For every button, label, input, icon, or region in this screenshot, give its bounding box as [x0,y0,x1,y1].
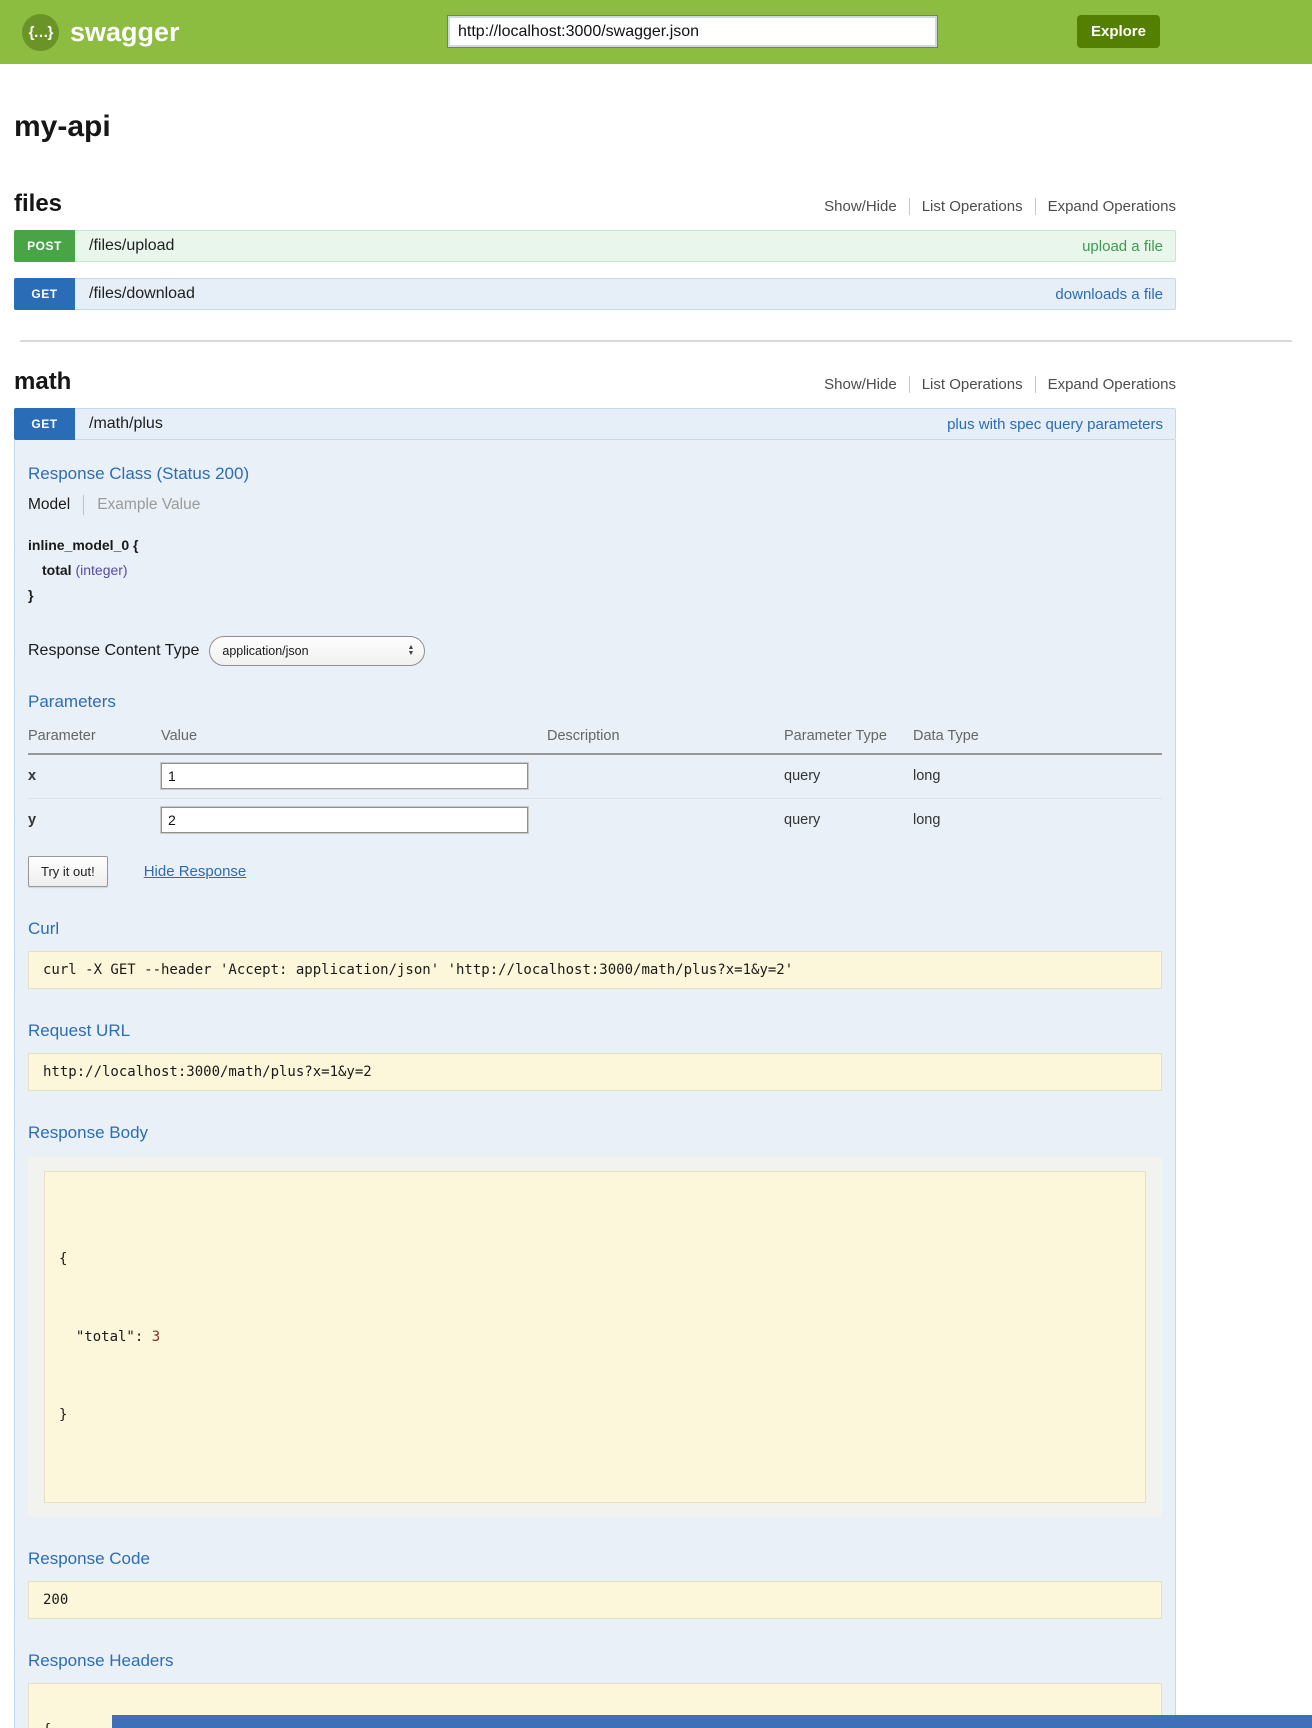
response-code-heading: Response Code [28,1549,1162,1569]
col-parameter-type: Parameter Type [784,722,913,754]
math-expand-operations-link[interactable]: Expand Operations [1035,376,1176,393]
get-math-plus-content: Response Class (Status 200) Model Exampl… [14,440,1176,1728]
response-content-type-select[interactable]: application/json ▲ ▼ [209,636,425,666]
files-section-controls: Show/Hide List Operations Expand Operati… [812,198,1176,215]
response-headers-heading: Response Headers [28,1651,1162,1671]
get-method-badge: GET [14,408,75,440]
model-open-line: inline_model_0 { [28,533,1162,558]
curl-command-box: curl -X GET --header 'Accept: applicatio… [28,951,1162,989]
post-files-upload-path: /files/upload [89,237,174,255]
bottom-strip [112,1715,1312,1728]
request-url-box: http://localhost:3000/math/plus?x=1&y=2 [28,1053,1162,1091]
table-row: x query long [28,754,1162,799]
get-math-plus-operation: GET /math/plus plus with spec query para… [14,408,1176,1728]
get-math-plus-row[interactable]: GET /math/plus plus with spec query para… [14,408,1176,440]
col-data-type: Data Type [913,722,1162,754]
page-title: my-api [14,110,1176,144]
get-math-plus-path: /math/plus [89,415,163,433]
model-property-name: total [42,562,72,578]
try-it-out-button[interactable]: Try it out! [28,856,108,887]
files-expand-operations-link[interactable]: Expand Operations [1035,198,1176,215]
model-property-line: total (integer) [42,558,1162,583]
math-list-operations-link[interactable]: List Operations [909,376,1035,393]
swagger-logo-icon: {…} [22,14,59,51]
math-section-controls: Show/Hide List Operations Expand Operati… [812,376,1176,393]
get-method-badge: GET [14,278,75,310]
files-list-operations-link[interactable]: List Operations [909,198,1035,215]
parameters-table: Parameter Value Description Parameter Ty… [28,722,1162,842]
request-url-heading: Request URL [28,1021,1162,1041]
param-x-data-type: long [913,754,1162,799]
section-divider [20,340,1292,342]
files-section-title: files [14,190,62,218]
param-y-description [547,799,784,843]
tab-separator [83,495,84,515]
response-content-type-row: Response Content Type application/json ▲… [28,636,1162,666]
get-files-download-row[interactable]: GET /files/download downloads a file [14,278,1176,310]
response-body-heading: Response Body [28,1123,1162,1143]
param-name-y: y [28,799,161,843]
main-content: my-api files Show/Hide List Operations E… [14,110,1176,1728]
model-close-line: } [28,583,1162,608]
math-section-title: math [14,368,71,396]
model-property-type: (integer) [75,562,127,578]
get-files-download-path: /files/download [89,285,195,303]
table-row: y query long [28,799,1162,843]
select-arrow-down-icon: ▼ [407,651,414,657]
response-body-wrap: { "total": 3 } [28,1157,1162,1517]
col-value: Value [161,722,547,754]
explore-button[interactable]: Explore [1077,15,1160,48]
response-body-open: { [59,1246,1131,1272]
param-name-x: x [28,754,161,799]
response-class-heading: Response Class (Status 200) [28,464,1162,484]
post-method-badge: POST [14,230,75,262]
hide-response-link[interactable]: Hide Response [144,863,247,880]
swagger-logo[interactable]: {…} swagger [22,14,180,51]
response-body-close: } [59,1402,1131,1428]
col-description: Description [547,722,784,754]
tab-model[interactable]: Model [28,496,70,514]
response-code-box: 200 [28,1581,1162,1619]
response-body-value: 3 [152,1329,160,1345]
try-it-out-row: Try it out! Hide Response [28,856,1162,887]
tab-example-value[interactable]: Example Value [97,496,200,514]
get-math-plus-summary-link[interactable]: plus with spec query parameters [947,416,1163,433]
swagger-logo-text: swagger [70,17,180,48]
param-y-input[interactable] [161,807,528,833]
param-y-type: query [784,799,913,843]
response-content-type-label: Response Content Type [28,642,199,660]
param-x-input[interactable] [161,763,528,789]
response-content-type-value: application/json [222,644,308,658]
model-signature: inline_model_0 { total (integer) } [28,533,1162,608]
param-y-data-type: long [913,799,1162,843]
post-files-upload-row[interactable]: POST /files/upload upload a file [14,230,1176,262]
post-files-upload-summary-link[interactable]: upload a file [1082,238,1163,255]
parameters-heading: Parameters [28,692,1162,712]
response-body-key: "total": [59,1329,152,1345]
math-section-header: math Show/Hide List Operations Expand Op… [14,368,1176,396]
parameters-header-row: Parameter Value Description Parameter Ty… [28,722,1162,754]
param-x-type: query [784,754,913,799]
select-arrows-icon: ▲ ▼ [407,645,414,657]
spec-url-input[interactable] [447,15,938,48]
response-body-line: "total": 3 [59,1324,1131,1350]
response-body-box: { "total": 3 } [44,1171,1146,1503]
files-show-hide-link[interactable]: Show/Hide [812,198,909,215]
files-section-header: files Show/Hide List Operations Expand O… [14,190,1176,218]
math-show-hide-link[interactable]: Show/Hide [812,376,909,393]
get-files-download-summary-link[interactable]: downloads a file [1055,286,1163,303]
swagger-topbar: {…} swagger Explore [0,0,1312,64]
col-parameter: Parameter [28,722,161,754]
curl-heading: Curl [28,919,1162,939]
response-class-tabs: Model Example Value [28,495,1162,515]
param-x-description [547,754,784,799]
